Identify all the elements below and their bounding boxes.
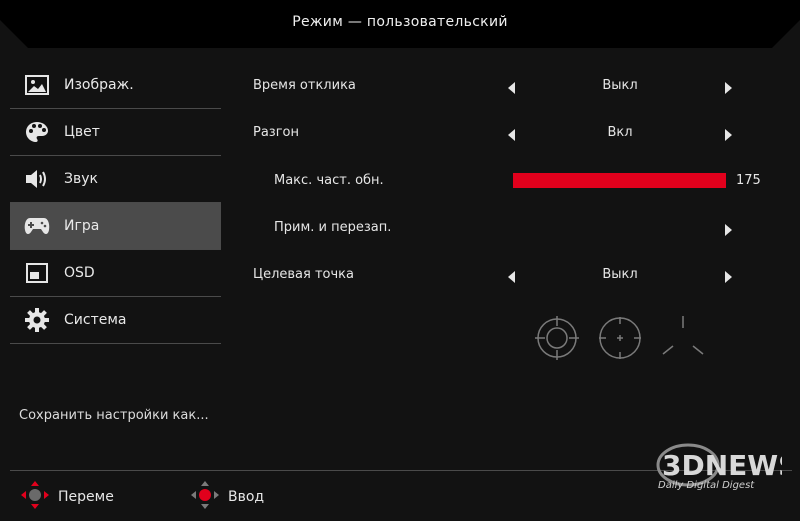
osd-panel: Режим — пользовательский Изображ. Цвет З… xyxy=(0,0,800,521)
sidebar: Изображ. Цвет Звук Игра OSD Система xyxy=(10,62,221,344)
setting-label: Макс. част. обн. xyxy=(274,173,384,188)
gear-icon xyxy=(24,307,50,333)
crosshair-tri-icon[interactable] xyxy=(662,316,704,355)
title-bar: Режим — пользовательский xyxy=(0,0,800,48)
footer-move: Переме xyxy=(20,481,114,509)
arrow-right-icon[interactable] xyxy=(725,224,732,236)
setting-label: Разгон xyxy=(253,125,300,140)
setting-label: Целевая точка xyxy=(253,267,355,282)
setting-label: Время отклика xyxy=(253,78,356,93)
watermark-brand: 3DNEWS xyxy=(662,449,782,482)
watermark-logo: 3DNEWS Daily Digital Digest xyxy=(654,443,798,491)
arrow-left-icon[interactable] xyxy=(508,271,515,283)
footer-enter: Ввод xyxy=(190,481,265,509)
crosshair-circle-1-icon[interactable] xyxy=(535,316,579,360)
setting-aim-point[interactable]: Целевая точка Выкл xyxy=(0,267,800,287)
footer-move-label: Переме xyxy=(58,489,114,505)
setting-value: Выкл xyxy=(602,78,638,93)
sidebar-item-label: Система xyxy=(64,312,127,328)
page-title: Режим — пользовательский xyxy=(292,14,508,30)
save-settings-as-button[interactable]: Сохранить настройки как... xyxy=(19,408,209,423)
arrow-right-icon[interactable] xyxy=(725,271,732,283)
footer-enter-label: Ввод xyxy=(228,489,265,505)
dpad-move-icon xyxy=(20,480,50,514)
setting-value: Вкл xyxy=(607,125,633,140)
arrow-right-icon[interactable] xyxy=(725,129,732,141)
dpad-enter-icon xyxy=(190,480,220,514)
setting-label: Прим. и перезап. xyxy=(274,220,392,235)
max-refresh-slider[interactable] xyxy=(513,173,726,188)
setting-value: Выкл xyxy=(602,267,638,282)
setting-response-time[interactable]: Время отклика Выкл xyxy=(0,78,800,98)
arrow-left-icon[interactable] xyxy=(508,82,515,94)
slider-fill xyxy=(513,173,726,188)
setting-overclock[interactable]: Разгон Вкл xyxy=(0,125,800,145)
slider-value: 175 xyxy=(736,173,761,188)
watermark-tagline: Daily Digital Digest xyxy=(658,480,755,491)
setting-apply-restart[interactable]: Прим. и перезап. xyxy=(0,220,800,240)
arrow-right-icon[interactable] xyxy=(725,82,732,94)
crosshair-circle-2-icon[interactable] xyxy=(599,317,641,359)
sidebar-item-system[interactable]: Система xyxy=(10,297,221,344)
arrow-left-icon[interactable] xyxy=(508,129,515,141)
aim-point-options xyxy=(535,316,705,368)
